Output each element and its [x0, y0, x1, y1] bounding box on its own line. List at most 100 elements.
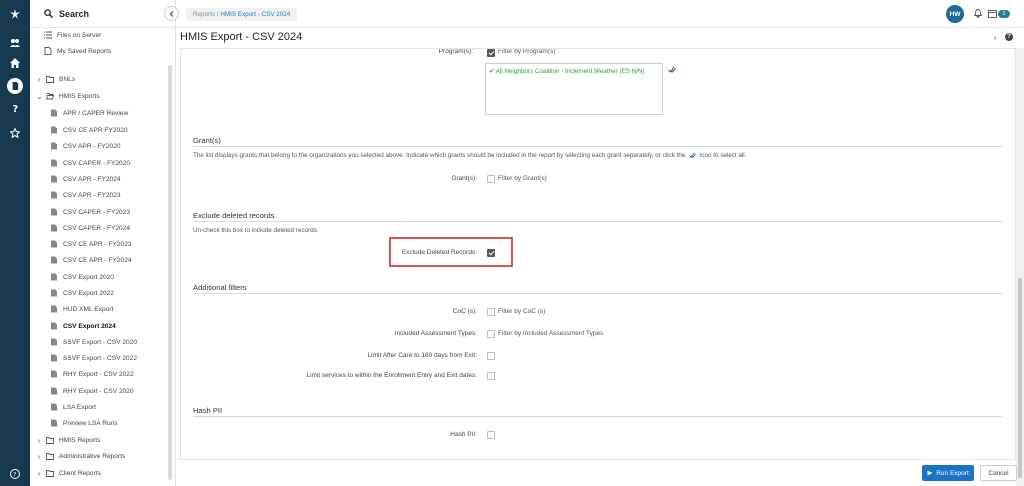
sidebar-item-label: BNLs — [59, 75, 76, 83]
sidebar-item[interactable]: CSV CE APR - FY2024 — [50, 253, 132, 267]
report-icon — [50, 256, 63, 264]
coc-filter-label: Filter by CoC (s) — [498, 308, 546, 315]
sidebar-item[interactable]: CSV APR - FY2023 — [50, 188, 121, 202]
sidebar-item[interactable]: SSVF Export - CSV 2022 — [50, 351, 137, 365]
sidebar-item[interactable]: HUD XML Export — [50, 302, 113, 316]
report-icon — [50, 338, 63, 346]
svg-text:?: ? — [13, 104, 19, 113]
chevron-right-icon[interactable]: › — [36, 452, 42, 461]
folder-icon — [46, 452, 59, 460]
sidebar-item[interactable]: CSV CE APR FY2020 — [50, 123, 128, 137]
sidebar-collapse-button[interactable] — [164, 6, 179, 21]
coc-label: CoC (s): — [452, 308, 477, 315]
program-item[interactable]: ✔ All Neighbors Coalition - Inclement We… — [489, 68, 645, 75]
folder-open-icon — [46, 92, 59, 100]
programs-list[interactable]: ✔ All Neighbors Coalition - Inclement We… — [485, 63, 663, 115]
help-icon[interactable]: ? — [1005, 33, 1013, 41]
sidebar-item[interactable]: › Administrative Reports — [36, 449, 126, 463]
document-icon — [44, 47, 57, 55]
sidebar-item-label: CSV CE APR - FY2023 — [63, 240, 132, 248]
search-label: Search — [59, 8, 90, 19]
avatar[interactable]: HW — [946, 5, 964, 23]
sidebar-scrollbar[interactable] — [168, 65, 172, 480]
sidebar-item-label: CSV CE APR - FY2024 — [63, 256, 132, 264]
sidebar-item[interactable]: CSV APR - FY2020 — [50, 139, 121, 153]
exclude-deleted-checkbox[interactable] — [487, 249, 495, 257]
sidebar-item[interactable]: Preview LSA Runs — [50, 416, 118, 430]
page-scrollbar[interactable] — [1018, 278, 1022, 478]
sidebar-item[interactable]: CSV Export 2022 — [50, 286, 114, 300]
sidebar-item[interactable]: CSV CAPER - FY2023 — [50, 205, 130, 219]
users-icon[interactable] — [0, 35, 30, 51]
sidebar-item-label: Client Reports — [59, 469, 101, 477]
programs-filter-checkbox[interactable] — [487, 49, 495, 57]
bell-icon[interactable] — [974, 9, 982, 18]
breadcrumb-root[interactable]: Reports — [193, 11, 215, 18]
sidebar-item-label: CSV Export 2024 — [63, 322, 116, 330]
sidebar-item[interactable]: CSV CAPER - FY2024 — [50, 221, 130, 235]
sidebar-item-label: CSV CE APR FY2020 — [63, 126, 128, 134]
report-icon — [50, 305, 63, 313]
help-icon[interactable]: ? — [0, 100, 30, 116]
programs-filter-label: Filter by Program(s) — [498, 48, 556, 55]
grants-description: The list displays grants that belong to … — [193, 152, 746, 159]
divider — [193, 293, 1003, 294]
sidebar-item-label: RHY Export - CSV 2022 — [63, 370, 134, 378]
logo-icon[interactable] — [0, 6, 30, 22]
home-icon[interactable] — [0, 55, 30, 71]
sidebar-item[interactable]: RHY Export - CSV 2022 — [50, 367, 134, 381]
run-export-button[interactable]: Run Export — [922, 465, 974, 481]
hash-pii-checkbox[interactable] — [487, 431, 495, 439]
run-icon — [927, 470, 933, 476]
grants-filter-checkbox[interactable] — [487, 175, 495, 183]
sidebar-item[interactable]: › Client Reports — [36, 466, 101, 480]
assessment-types-checkbox[interactable] — [487, 330, 495, 338]
report-icon — [50, 419, 63, 427]
sidebar-item[interactable]: SSVF Export - CSV 2020 — [50, 335, 137, 349]
select-all-icon[interactable] — [668, 66, 676, 74]
programs-label: Program(s): — [438, 48, 473, 55]
sidebar-item[interactable]: My Saved Reports — [44, 44, 111, 58]
chevron-down-icon[interactable]: ⌄ — [36, 92, 43, 101]
chevron-right-icon[interactable]: › — [36, 75, 42, 84]
sidebar-item[interactable]: › BNLs — [36, 72, 75, 86]
folder-icon — [46, 469, 59, 477]
hash-section-title: Hash PII — [193, 406, 223, 415]
report-icon — [50, 289, 63, 297]
svg-text:?: ? — [13, 472, 16, 479]
sidebar-search[interactable]: Search — [30, 0, 175, 28]
sidebar-item[interactable]: ⌄ HMIS Exports — [36, 89, 100, 103]
search-icon — [44, 9, 53, 18]
services-checkbox[interactable] — [487, 372, 495, 380]
report-icon — [50, 240, 63, 248]
collapse-chevron-icon[interactable]: ‹ — [994, 33, 997, 42]
reports-icon[interactable] — [0, 78, 30, 94]
cancel-button[interactable]: Cancel — [980, 465, 1017, 481]
sidebar-item[interactable]: CSV Export 2020 — [50, 270, 114, 284]
services-label: Limit services to within the Enrollment … — [306, 372, 477, 379]
sidebar-item[interactable]: RHY Export - CSV 2020 — [50, 384, 134, 398]
report-icon — [50, 322, 63, 330]
sidebar-item[interactable]: › HMIS Reports — [36, 433, 101, 447]
sidebar-item[interactable]: Files on Server — [44, 28, 101, 42]
star-icon[interactable] — [0, 125, 30, 141]
sidebar-item[interactable]: CSV Export 2024 — [50, 319, 116, 333]
chevron-right-icon[interactable]: › — [36, 469, 42, 478]
folder-icon — [46, 75, 59, 83]
help-circle-icon[interactable]: ? — [0, 466, 30, 482]
sidebar-item[interactable]: CSV CAPER - FY2020 — [50, 156, 130, 170]
report-icon — [50, 191, 63, 199]
sidebar-item[interactable]: APR / CAPER Review — [50, 106, 128, 120]
deleted-description: Un-check this box to include deleted rec… — [193, 227, 319, 234]
sidebar-item[interactable]: CSV CE APR - FY2023 — [50, 237, 132, 251]
deleted-label: Exclude Deleted Records: — [401, 249, 477, 256]
sidebar-item[interactable]: LSA Export — [50, 400, 96, 414]
sidebar-item[interactable]: CSV APR - FY2024 — [50, 172, 121, 186]
grants-label: Grant(s): — [451, 175, 477, 182]
page-title: HMIS Export - CSV 2024 — [180, 31, 303, 43]
chevron-right-icon[interactable]: › — [36, 436, 42, 445]
calendar-icon[interactable] — [988, 9, 997, 18]
coc-filter-checkbox[interactable] — [487, 308, 495, 316]
folder-icon — [46, 436, 59, 444]
aftercare-checkbox[interactable] — [487, 352, 495, 360]
